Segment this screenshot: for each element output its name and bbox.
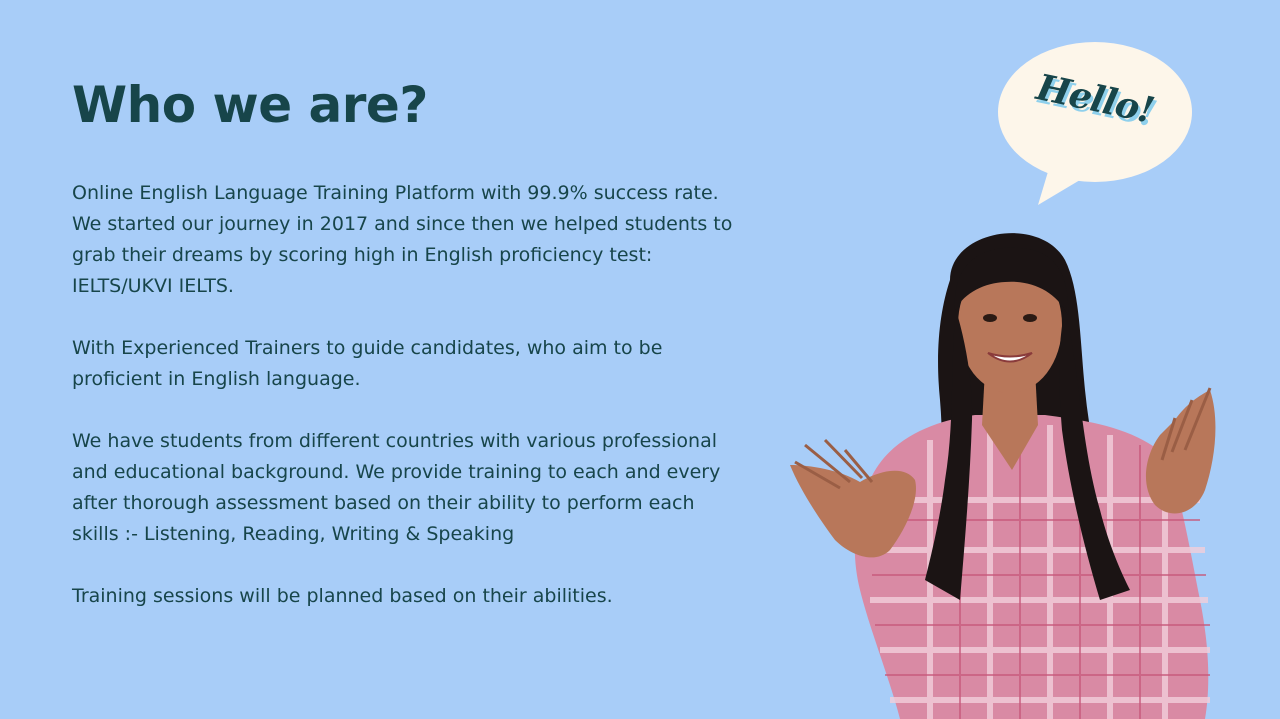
paragraph-sessions: Training sessions will be planned based …: [72, 585, 613, 607]
page-title: Who we are?: [72, 76, 428, 134]
speech-bubble: Hello!: [990, 40, 1200, 210]
paragraph-students: We have students from different countrie…: [72, 430, 721, 545]
person-illustration: [790, 233, 1216, 719]
slide: Who we are? Online English Language Trai…: [0, 0, 1280, 719]
intro-text: Online English Language Training Platfor…: [72, 178, 762, 643]
paragraph-platform: Online English Language Training Platfor…: [72, 182, 733, 297]
paragraph-trainers: With Experienced Trainers to guide candi…: [72, 337, 663, 390]
speech-bubble-icon: [998, 42, 1192, 205]
